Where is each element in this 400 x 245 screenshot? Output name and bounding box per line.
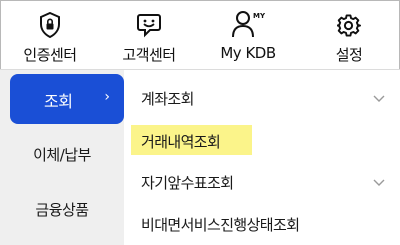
left-nav-item-transfer[interactable]: 이체/납부	[0, 144, 124, 165]
submenu-item-untact-service-status[interactable]: 비대면서비스진행상태조회	[124, 210, 400, 238]
submenu-label: 자기앞수표조회	[141, 174, 234, 192]
left-nav-item-financial-products[interactable]: 금융상품	[0, 199, 124, 220]
top-nav-item-customer-center[interactable]: 고객센터	[100, 0, 198, 70]
submenu-list: 계좌조회 거래내역조회 자기앞수표조회 비대면서비스진행상태조회	[124, 70, 400, 245]
top-nav-label: My KDB	[220, 44, 276, 62]
top-nav-bar: 인증센터 고객센터 MY My KDB 설정	[0, 0, 400, 70]
left-nav-label: 조회	[44, 92, 73, 111]
submenu-label: 비대면서비스진행상태조회	[141, 216, 300, 234]
my-badge: MY	[253, 12, 265, 20]
submenu-item-transaction-history[interactable]: 거래내역조회	[124, 125, 400, 155]
top-nav-label: 인증센터	[23, 46, 77, 64]
chat-bubble-icon	[136, 6, 162, 38]
gear-icon	[337, 6, 361, 38]
left-nav-item-inquiry[interactable]: 조회 ›	[10, 74, 124, 124]
top-nav-label: 설정	[335, 46, 363, 64]
shield-lock-icon	[39, 6, 61, 38]
user-my-icon: MY	[231, 6, 265, 38]
chevron-down-icon	[373, 179, 385, 186]
submenu-label: 계좌조회	[141, 90, 194, 108]
chevron-down-icon	[373, 95, 385, 102]
submenu-item-account-inquiry[interactable]: 계좌조회	[124, 84, 400, 112]
left-category-nav: 조회 › 이체/납부 금융상품	[0, 70, 124, 245]
top-nav-item-my-kdb[interactable]: MY My KDB	[198, 0, 298, 70]
top-nav-label: 고객센터	[122, 46, 176, 64]
top-nav-item-certification[interactable]: 인증센터	[0, 0, 100, 70]
submenu-item-cashier-check-inquiry[interactable]: 자기앞수표조회	[124, 168, 400, 196]
chevron-right-icon: ›	[104, 89, 110, 105]
submenu-label: 거래내역조회	[141, 133, 221, 151]
top-nav-item-settings[interactable]: 설정	[298, 0, 400, 70]
